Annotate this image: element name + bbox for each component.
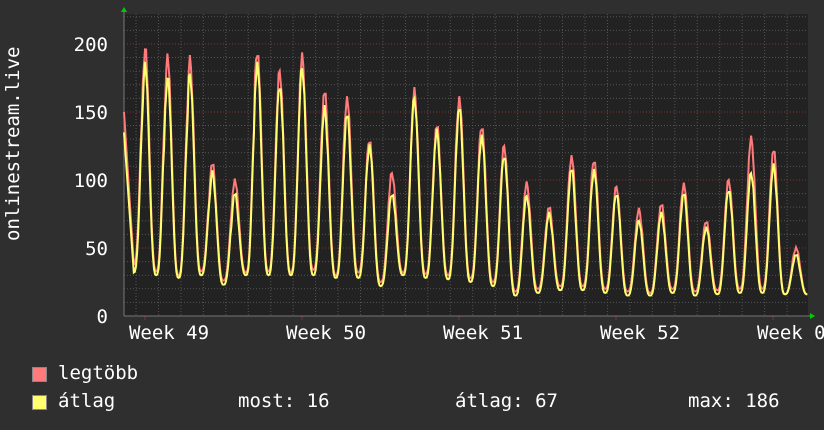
x-axis-arrow xyxy=(810,313,815,319)
legend-avg-label: átlag xyxy=(58,390,116,412)
legend-max-label: legtöbb xyxy=(58,362,139,384)
y-axis-label: onlinestream.live xyxy=(2,46,24,241)
y-tick-label: 0 xyxy=(97,306,108,328)
x-tick-label: Week 01 xyxy=(757,322,824,344)
stat-current: most: 16 xyxy=(238,390,330,412)
y-tick-label: 100 xyxy=(74,170,108,192)
x-tick-label: Week 49 xyxy=(129,322,209,344)
y-tick-label: 150 xyxy=(74,102,108,124)
x-tick-label: Week 52 xyxy=(600,322,680,344)
rrd-graph: 0 50 100 150 200 Week 49 Week 50 Week 51 Week 52… xyxy=(0,0,824,430)
legend-swatch-max xyxy=(32,367,47,382)
stat-average: átlag: 67 xyxy=(455,390,558,412)
x-tick-label: Week 50 xyxy=(286,322,366,344)
x-tick-label: Week 51 xyxy=(443,322,523,344)
stat-maximum: max: 186 xyxy=(688,390,780,412)
y-tick-label: 50 xyxy=(85,238,108,260)
y-axis-arrow xyxy=(121,7,127,12)
y-tick-label: 200 xyxy=(74,34,108,56)
legend-swatch-avg xyxy=(32,395,47,410)
